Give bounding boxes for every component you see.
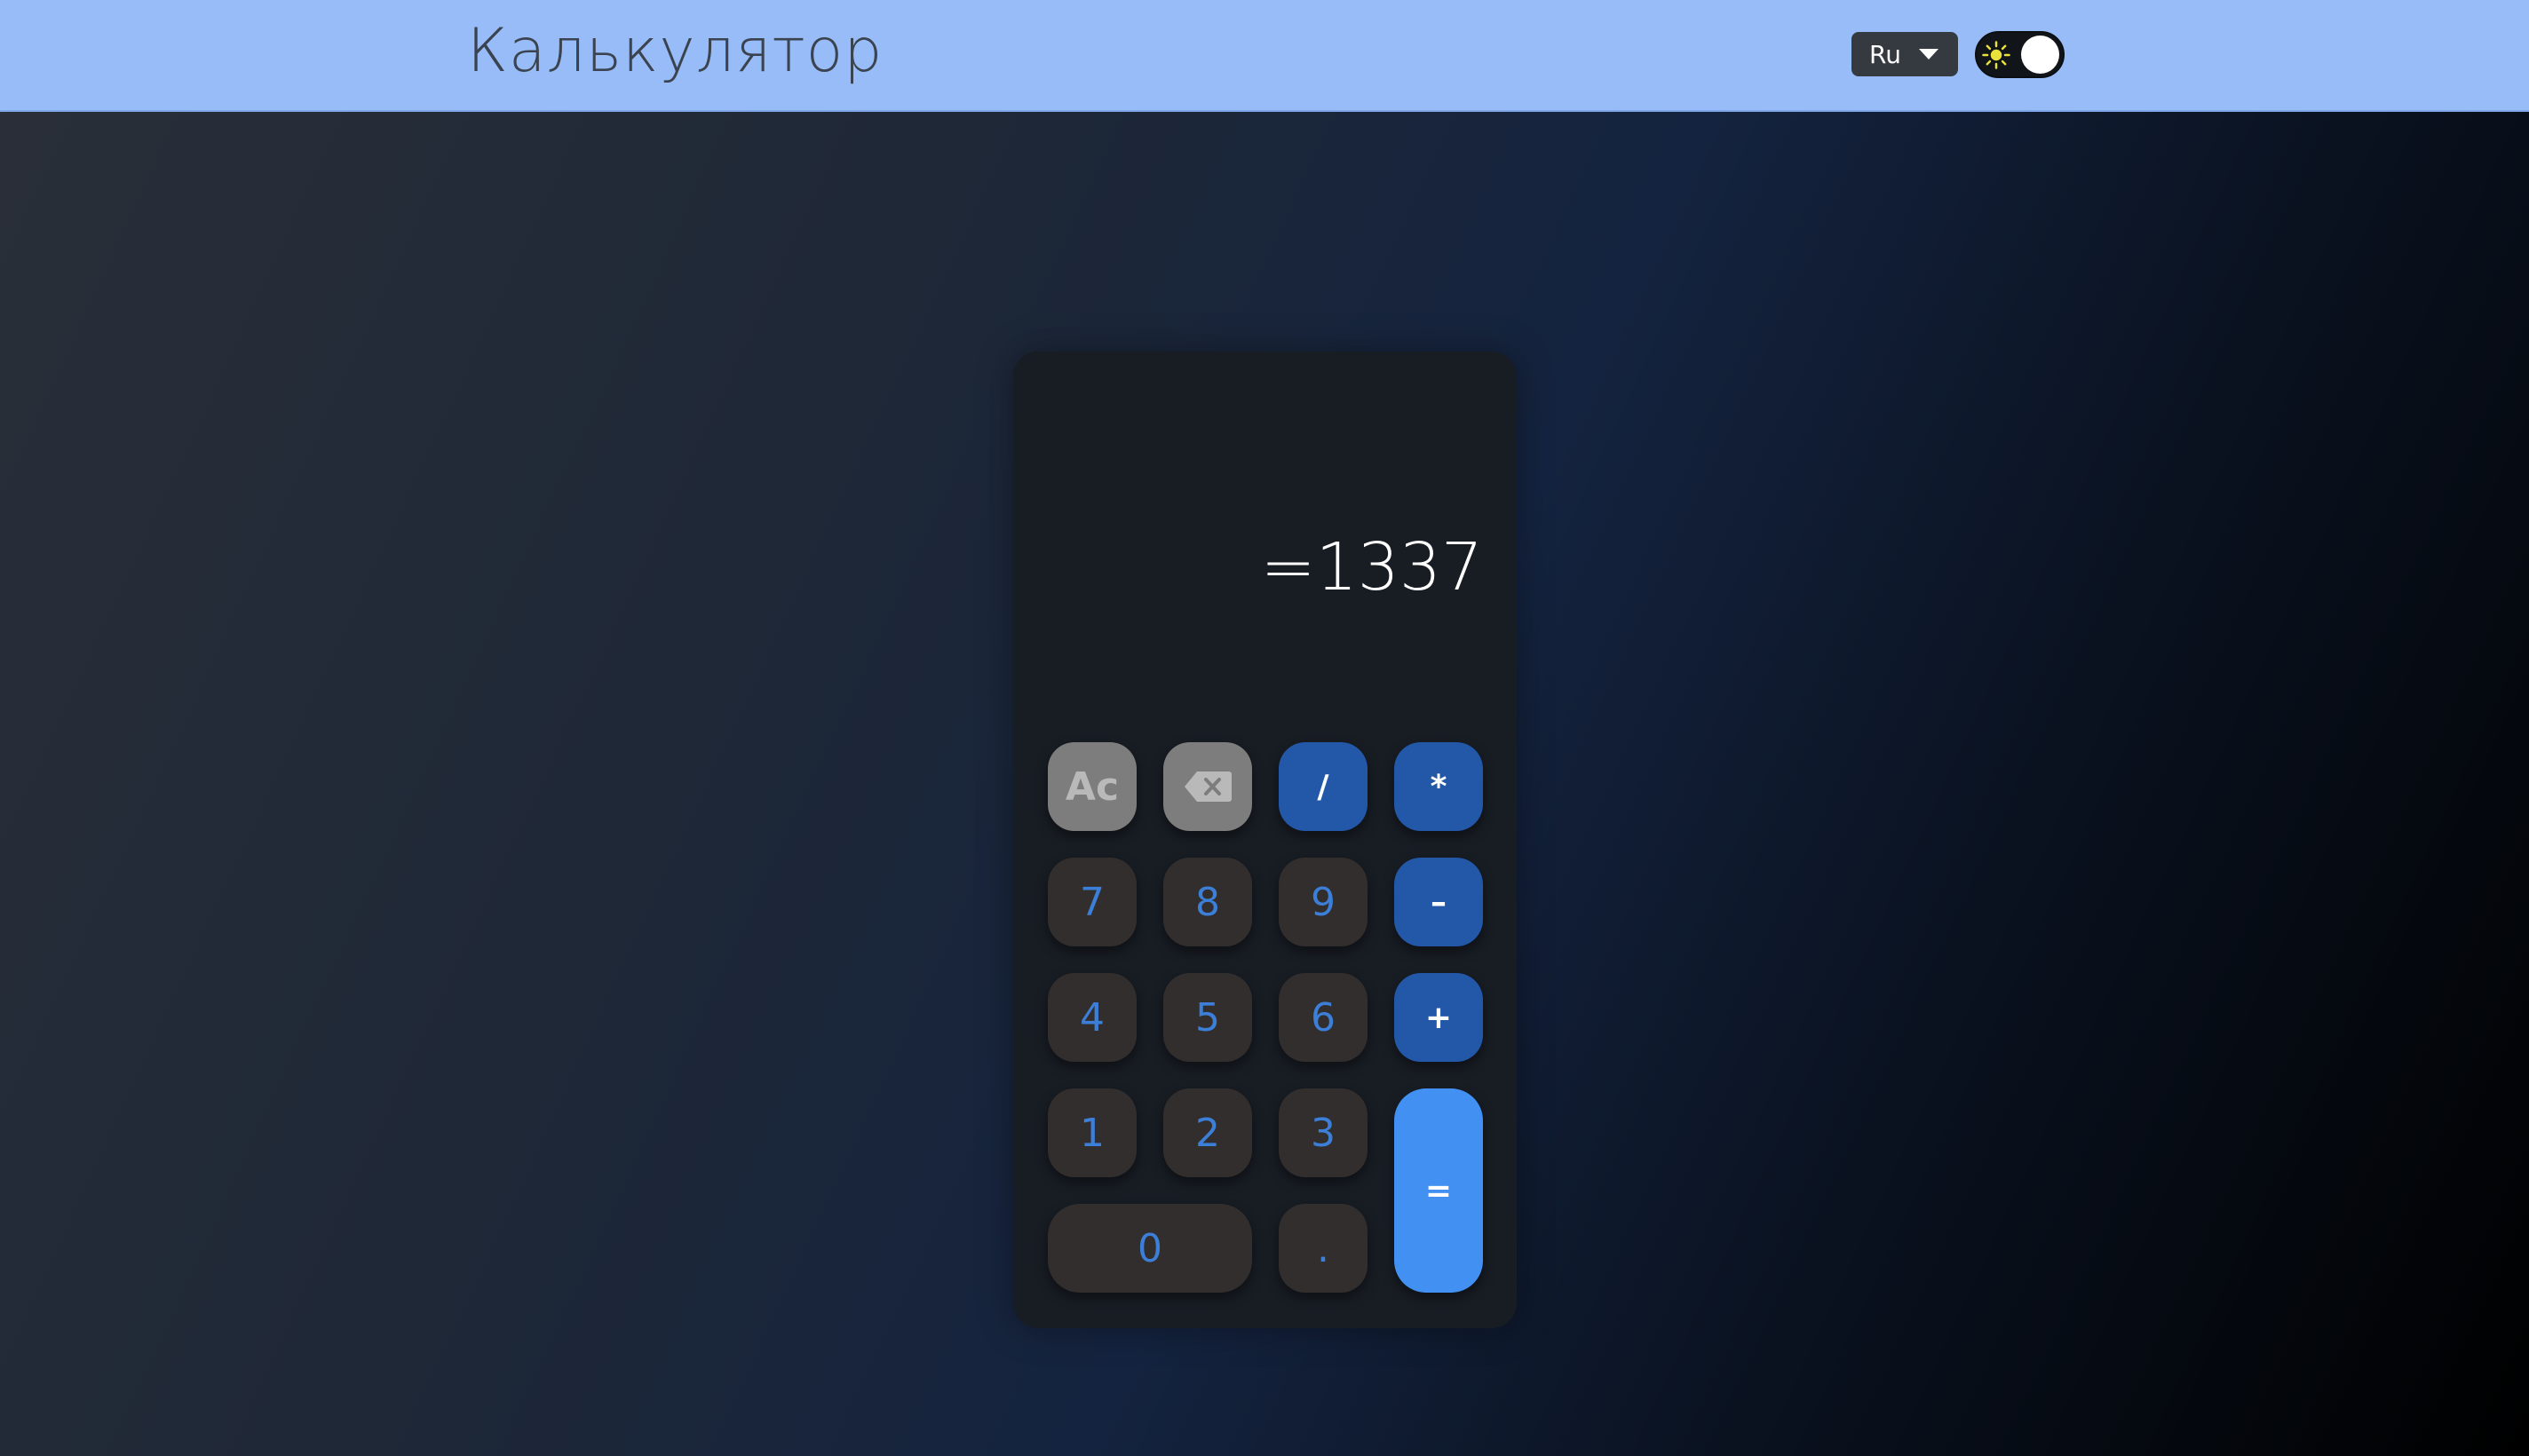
digit-1-button[interactable]: 1 (1048, 1088, 1137, 1177)
multiply-button[interactable]: * (1394, 742, 1483, 831)
digit-2-button[interactable]: 2 (1163, 1088, 1252, 1177)
chevron-down-icon (1919, 49, 1938, 59)
language-select-value: Ru (1869, 39, 1901, 69)
language-select[interactable]: Ru (1851, 32, 1958, 76)
top-header: Калькулятор Ru (0, 0, 2529, 112)
divide-button[interactable]: / (1279, 742, 1368, 831)
decimal-point-button[interactable]: . (1279, 1204, 1368, 1293)
sun-icon (1982, 41, 2010, 69)
clear-button[interactable]: Ac (1048, 742, 1137, 831)
digit-7-button[interactable]: 7 (1048, 858, 1137, 946)
digit-4-button[interactable]: 4 (1048, 973, 1137, 1062)
plus-button[interactable]: + (1394, 973, 1483, 1062)
theme-toggle[interactable] (1975, 31, 2065, 78)
minus-button[interactable]: – (1394, 858, 1483, 946)
digit-8-button[interactable]: 8 (1163, 858, 1252, 946)
digit-9-button[interactable]: 9 (1279, 858, 1368, 946)
toggle-knob (2021, 36, 2059, 74)
calculator-panel: =1337 Ac / * 7 8 9 – 4 5 6 + 1 2 3 = 0 . (1013, 352, 1517, 1328)
digit-5-button[interactable]: 5 (1163, 973, 1252, 1062)
digit-6-button[interactable]: 6 (1279, 973, 1368, 1062)
equals-button[interactable]: = (1394, 1088, 1483, 1293)
calculator-display: =1337 (1260, 529, 1483, 605)
app-title: Калькулятор (467, 16, 884, 86)
backspace-button[interactable] (1163, 742, 1252, 831)
digit-0-button[interactable]: 0 (1048, 1204, 1252, 1293)
backspace-icon (1185, 772, 1232, 802)
digit-3-button[interactable]: 3 (1279, 1088, 1368, 1177)
